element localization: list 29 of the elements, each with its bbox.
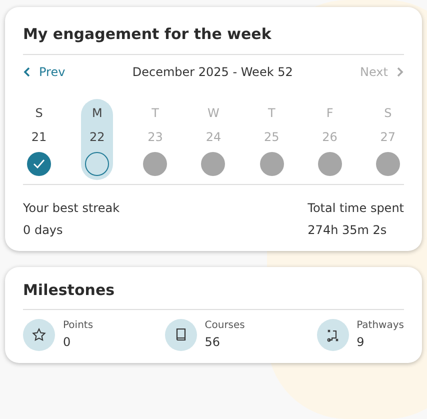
milestone-label: Courses: [204, 319, 245, 333]
milestone-value: 0: [63, 334, 72, 351]
day-date: 21: [31, 128, 47, 146]
day-letter: T: [268, 104, 276, 122]
day-date: 22: [90, 128, 105, 146]
day-letter: S: [35, 104, 43, 122]
stat-label: Total time spent: [308, 200, 404, 216]
card-title: My engagement for the week: [23, 24, 272, 45]
day-date: 24: [206, 128, 222, 146]
day-letter: T: [152, 104, 159, 122]
day-letter: F: [326, 104, 334, 122]
day-letter: M: [92, 104, 102, 122]
stat-value: 0 days: [23, 222, 64, 238]
day-date: 23: [148, 128, 163, 146]
day-date: 26: [322, 128, 338, 146]
milestone-label: Pathways: [356, 319, 404, 333]
milestone-value: 9: [356, 334, 366, 351]
day-highlight[interactable]: M 22: [81, 98, 114, 180]
day-date: 27: [380, 128, 396, 146]
day-letter: W: [208, 104, 220, 122]
week-label: December 2025 - Week 52: [132, 64, 293, 80]
day-date: 25: [264, 128, 280, 146]
card-title: Milestones: [23, 280, 116, 300]
stat-value: 274h 35m 2s: [308, 222, 387, 238]
stat-label: Your best streak: [23, 200, 120, 216]
milestone-label: Points: [63, 319, 94, 333]
milestone-value: 56: [204, 334, 222, 351]
day-letter: S: [384, 104, 392, 122]
prev-button[interactable]: Prev: [23, 62, 66, 80]
